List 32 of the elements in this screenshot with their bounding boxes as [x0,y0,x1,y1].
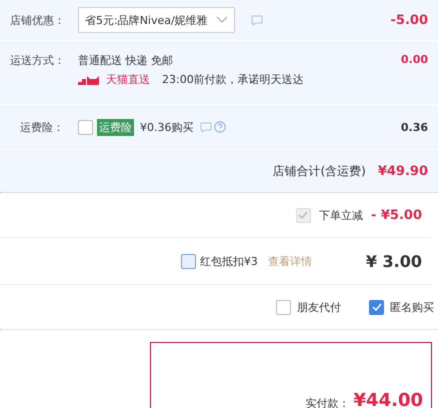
discount-dropdown[interactable]: 省5元:品牌Nivea/妮维雅 [78,7,235,33]
payment-amount: ¥44.00 [354,390,423,408]
insurance-price: ¥0.36购买 [140,120,194,134]
checkbox[interactable] [180,254,196,268]
message-icon[interactable] [250,14,263,26]
check-icon [298,211,308,219]
delivery-label: 天猫直送 [106,72,150,87]
option-label: 匿名购买 [390,300,434,314]
check-icon [372,303,382,311]
voucher-deduction-label: 红包抵扣¥3 [200,254,258,268]
message-icon[interactable] [200,122,212,132]
shop-total-amount: ¥49.90 [378,164,428,178]
cat-logo-icon [78,74,102,84]
field-label: 店铺优惠： [10,12,66,28]
delivery-promise: 23:00前付款，承诺明天送达 [162,72,304,87]
discount-amount: -5.00 [390,12,428,28]
insurance-amount: 0.36 [400,120,428,134]
field-label: 运送方式： [10,53,66,68]
chevron-down-icon [216,16,228,24]
insurance-tag: 运费险 [97,118,134,136]
help-icon[interactable] [214,121,226,133]
shipping-amount: 0.00 [400,53,428,66]
voucher-amount: ¥ 3.00 [366,252,422,270]
field-label: 运费险： [19,120,65,134]
shop-total-label: 店铺合计(含运费) [272,162,366,180]
option-label: 朋友代付 [297,300,341,314]
instant-discount-amount: - ¥5.00 [370,208,422,222]
checkbox[interactable] [369,300,384,314]
checkbox[interactable] [276,300,291,314]
checkbox[interactable] [78,120,93,134]
shipping-method: 普通配送 快递 免邮 [78,53,174,68]
discount-label: 下单立减 [318,208,363,222]
